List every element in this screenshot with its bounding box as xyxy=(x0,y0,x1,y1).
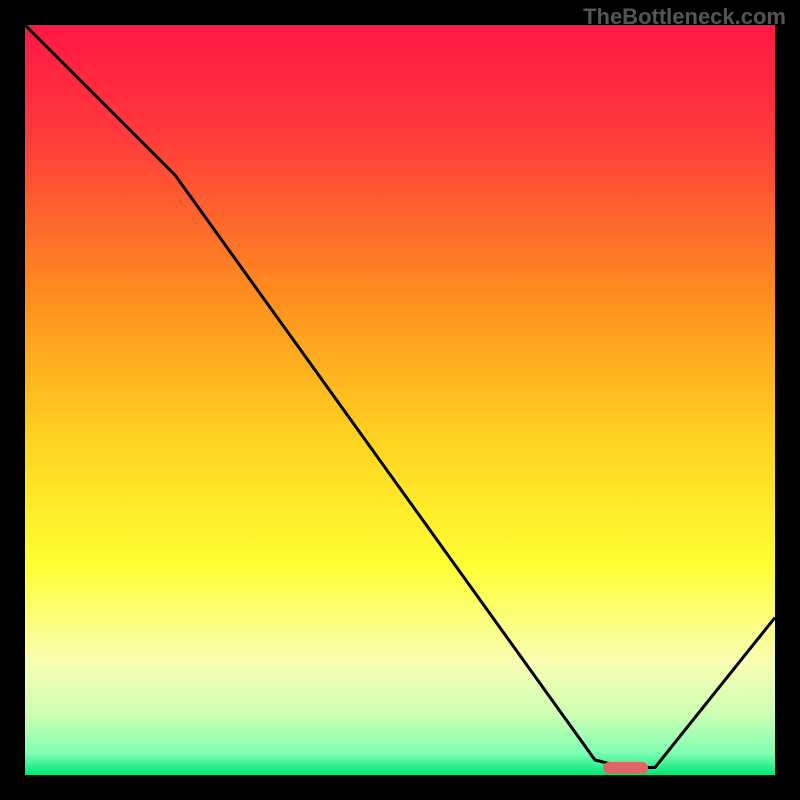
watermark-text: TheBottleneck.com xyxy=(583,4,786,30)
plot-area xyxy=(25,25,775,775)
bottleneck-curve xyxy=(25,25,775,775)
optimal-marker xyxy=(603,762,648,774)
